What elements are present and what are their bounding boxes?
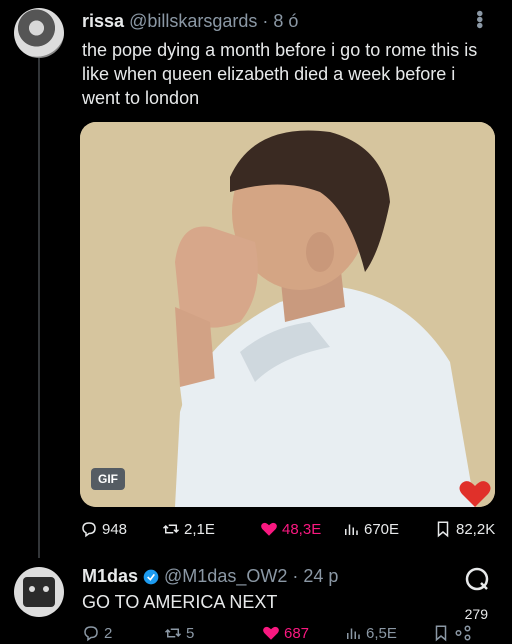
reply-button[interactable]: 2 bbox=[82, 624, 112, 642]
verified-badge-icon bbox=[143, 569, 159, 584]
share-button[interactable] bbox=[454, 624, 472, 642]
retweet-button[interactable]: 2,1E bbox=[162, 520, 215, 538]
retweet-icon bbox=[162, 524, 180, 534]
views-button[interactable]: 6,5E bbox=[344, 624, 397, 642]
tweet-text: GO TO AMERICA NEXT bbox=[82, 592, 278, 612]
tweet-actions: 948 2,1E 48,3E 670E 82,2K bbox=[80, 520, 502, 544]
avatar[interactable] bbox=[14, 567, 64, 617]
tweet-actions: 2 5 687 6,5E bbox=[82, 624, 502, 644]
timestamp[interactable]: · 24 p bbox=[292, 566, 338, 587]
bookmark-button[interactable]: 82,2K bbox=[434, 520, 495, 538]
views-count: 670E bbox=[364, 520, 400, 538]
bookmark-icon bbox=[435, 625, 447, 642]
tweet-header: M1das @M1das_OW2 · 24 p bbox=[82, 566, 338, 587]
reply-icon bbox=[82, 522, 96, 538]
like-count: 687 bbox=[284, 624, 310, 642]
timestamp[interactable]: · 8 ó bbox=[262, 11, 298, 31]
share-icon bbox=[455, 625, 471, 641]
gif-badge: GIF bbox=[91, 468, 125, 490]
bookmark-count: 82,2K bbox=[456, 520, 496, 538]
retweet-icon bbox=[164, 628, 182, 638]
tweet-header: rissa @billskarsgards · 8 ó bbox=[82, 11, 298, 32]
heart-filled-icon bbox=[261, 522, 277, 536]
more-options-icon[interactable]: ••• bbox=[467, 10, 490, 28]
display-name[interactable]: M1das bbox=[82, 566, 138, 587]
user-handle[interactable]: @M1das_OW2 bbox=[164, 566, 287, 587]
gif-image bbox=[80, 122, 495, 507]
grok-icon[interactable] bbox=[464, 566, 490, 592]
display-name[interactable]: rissa bbox=[82, 11, 124, 31]
views-count: 6,5E bbox=[366, 624, 397, 642]
views-button[interactable]: 670E bbox=[342, 520, 399, 538]
views-icon bbox=[345, 524, 358, 535]
like-count: 48,3E bbox=[282, 520, 322, 538]
views-icon bbox=[347, 628, 360, 639]
reply-icon bbox=[84, 626, 98, 642]
thread-line bbox=[38, 58, 40, 558]
reply-count: 2 bbox=[104, 624, 113, 642]
like-button[interactable]: 48,3E bbox=[260, 520, 321, 538]
reply-count: 948 bbox=[102, 520, 128, 538]
heart-filled-icon bbox=[263, 626, 279, 640]
reply-button[interactable]: 948 bbox=[80, 520, 127, 538]
retweet-count: 5 bbox=[186, 624, 195, 642]
grok-count: 279 bbox=[464, 606, 488, 622]
like-button[interactable]: 687 bbox=[262, 624, 309, 642]
avatar[interactable] bbox=[14, 8, 64, 58]
retweet-button[interactable]: 5 bbox=[164, 624, 194, 642]
retweet-count: 2,1E bbox=[184, 520, 215, 538]
user-handle[interactable]: @billskarsgards bbox=[129, 11, 257, 31]
heart-icon bbox=[459, 481, 491, 507]
tweet-text: the pope dying a month before i go to ro… bbox=[82, 40, 478, 108]
bookmark-button[interactable] bbox=[432, 624, 450, 642]
tweet-media-gif[interactable] bbox=[80, 122, 495, 507]
bookmark-icon bbox=[437, 521, 449, 538]
